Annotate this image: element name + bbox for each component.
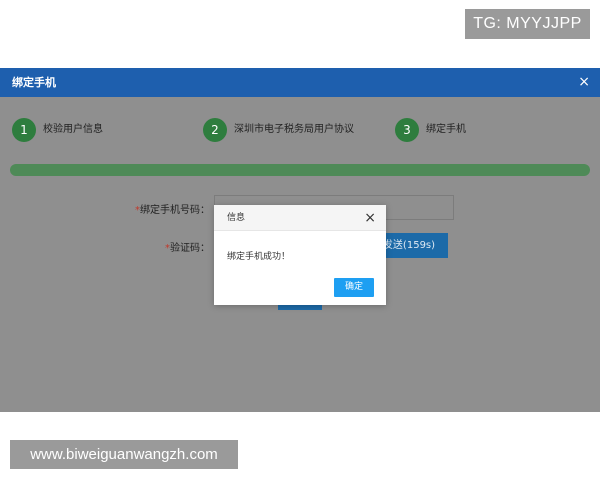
message-header: 信息 × (214, 205, 386, 231)
step-number-3: 3 (395, 118, 419, 142)
step-number-1: 1 (12, 118, 36, 142)
progress-bar (10, 164, 590, 176)
watermark-bottom: www.biweiguanwangzh.com (10, 440, 238, 469)
dialog-header: 绑定手机 × (0, 68, 600, 97)
step-label-1: 校验用户信息 (43, 124, 103, 135)
watermark-top: TG: MYYJJPP (465, 9, 590, 39)
message-body: 绑定手机成功！ (227, 252, 291, 262)
dialog-close-icon[interactable]: × (578, 68, 590, 97)
progress-fill (10, 164, 590, 176)
confirm-button[interactable]: 确定 (334, 278, 374, 297)
step-number-2: 2 (203, 118, 227, 142)
phone-label: *绑定手机号码： (125, 201, 210, 216)
message-close-icon[interactable]: × (364, 205, 376, 231)
step-label-2: 深圳市电子税务局用户协议 (234, 124, 354, 135)
code-label: *验证码： (125, 239, 210, 254)
dialog-title: 绑定手机 (12, 76, 56, 89)
step-label-3: 绑定手机 (426, 124, 466, 135)
message-title: 信息 (227, 213, 246, 223)
code-label-text: 验证码： (170, 243, 210, 254)
phone-label-text: 绑定手机号码： (140, 205, 210, 216)
